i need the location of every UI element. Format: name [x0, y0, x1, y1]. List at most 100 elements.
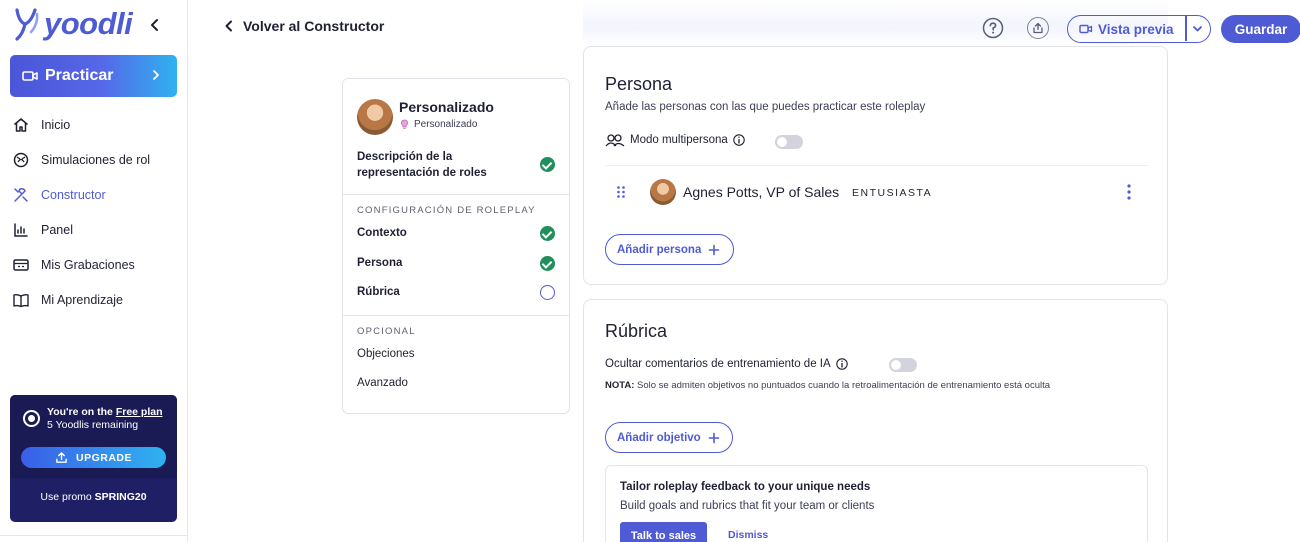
- video-camera-icon: [1079, 24, 1093, 34]
- practicar-button[interactable]: Practicar: [10, 55, 177, 97]
- preview-button[interactable]: Vista previa: [1098, 22, 1174, 37]
- share-icon: [1033, 22, 1043, 34]
- upload-icon: [56, 452, 67, 463]
- home-icon: [14, 117, 28, 132]
- plan-card: You're on the Free plan 5 Yoodlis remain…: [10, 395, 177, 522]
- back-to-constructor-link[interactable]: Volver al Constructor: [222, 18, 384, 34]
- save-button[interactable]: Guardar: [1221, 15, 1300, 43]
- sidebar-item-constructor[interactable]: Constructor: [12, 177, 182, 212]
- description-step[interactable]: Descripción de la representación de role…: [357, 149, 507, 181]
- roleplay-type-label: Personalizado: [414, 119, 478, 130]
- step-avanzado[interactable]: Avanzado: [357, 377, 408, 389]
- sidebar-item-inicio[interactable]: Inicio: [12, 107, 182, 142]
- avatar: [357, 99, 393, 135]
- back-label: Volver al Constructor: [243, 18, 385, 34]
- avatar: [650, 179, 676, 205]
- add-persona-button[interactable]: Añadir persona: [605, 234, 734, 265]
- sidebar-item-label: Constructor: [41, 187, 106, 202]
- step-persona[interactable]: Persona: [357, 257, 402, 269]
- incomplete-circle-icon: [540, 285, 555, 300]
- promo-prefix: Use promo: [40, 491, 95, 503]
- note-prefix: NOTA:: [605, 380, 635, 391]
- info-icon[interactable]: [835, 358, 848, 370]
- free-plan-link[interactable]: Free plan: [116, 406, 163, 418]
- sidebar-item-panel[interactable]: Panel: [12, 212, 182, 247]
- sidebar-item-label: Inicio: [41, 117, 71, 132]
- yoodli-logo[interactable]: yoodli: [13, 6, 133, 42]
- yoodli-logo-icon: [15, 8, 39, 41]
- plan-status: You're on the Free plan: [47, 406, 163, 418]
- roleplay-config-card: Personalizado Personalizado Descripción …: [342, 78, 570, 414]
- check-icon: [540, 157, 555, 172]
- plus-icon: [708, 432, 720, 443]
- recordings-icon: [13, 258, 29, 271]
- sidebar-item-label: Simulaciones de rol: [41, 152, 151, 167]
- plan-remaining: 5 Yoodlis remaining: [47, 419, 139, 431]
- tools-icon: [14, 187, 28, 202]
- share-button[interactable]: [1027, 17, 1049, 39]
- logo-text: yoodli: [44, 6, 133, 41]
- chevron-right-icon: [153, 70, 159, 80]
- persona-title: Persona: [605, 74, 673, 94]
- plan-indicator-icon: [23, 410, 40, 427]
- multipersona-toggle[interactable]: [775, 135, 803, 149]
- rubric-note: NOTA: Solo se admiten objetivos no puntu…: [605, 380, 1050, 391]
- rubric-title: Rúbrica: [605, 321, 668, 341]
- add-persona-label: Añadir persona: [617, 243, 702, 256]
- sidebar-item-label: Mis Grabaciones: [41, 257, 135, 272]
- persona-card: Persona Añade las personas con las que p…: [583, 46, 1168, 285]
- sidebar-item-simulaciones[interactable]: Simulaciones de rol: [12, 142, 182, 177]
- sidebar-item-label: Mi Aprendizaje: [41, 292, 123, 307]
- promo-code: SPRING20: [94, 491, 147, 503]
- dismiss-button[interactable]: Dismiss: [728, 529, 768, 541]
- rubric-card: Rúbrica Ocultar comentarios de entrenami…: [583, 299, 1168, 542]
- upgrade-label: UPGRADE: [75, 451, 132, 464]
- step-rubrica[interactable]: Rúbrica: [357, 286, 400, 298]
- drag-handle-icon[interactable]: [615, 185, 627, 199]
- plan-status-prefix: You're on the: [47, 406, 116, 418]
- collapse-sidebar-icon[interactable]: [146, 16, 164, 34]
- check-icon: [540, 226, 555, 241]
- upgrade-button[interactable]: UPGRADE: [21, 447, 166, 468]
- hide-feedback-toggle[interactable]: [889, 358, 917, 372]
- talk-to-sales-button[interactable]: Talk to sales: [620, 522, 707, 542]
- multipersona-label: Modo multipersona: [630, 134, 728, 146]
- sidebar-item-label: Panel: [41, 222, 73, 237]
- divider: [343, 315, 569, 316]
- promo-text: Use promo SPRING20: [10, 491, 177, 503]
- step-objeciones[interactable]: Objeciones: [357, 348, 415, 360]
- preview-split-button: Vista previa: [1067, 15, 1211, 43]
- add-goal-button[interactable]: Añadir objetivo: [605, 422, 733, 453]
- chevron-down-icon[interactable]: [1191, 22, 1204, 35]
- sidebar-item-grabaciones[interactable]: Mis Grabaciones: [12, 247, 182, 282]
- more-options-icon[interactable]: [1127, 184, 1131, 200]
- info-icon[interactable]: [733, 134, 745, 146]
- chevron-left-icon: [225, 20, 232, 32]
- hide-feedback-label: Ocultar comentarios de entrenamiento de …: [605, 358, 831, 370]
- persona-name: Agnes Potts, VP of Sales: [683, 184, 840, 200]
- bulb-icon: [401, 119, 408, 129]
- help-icon[interactable]: [982, 17, 1004, 39]
- multipersona-row: Modo multipersona: [605, 133, 745, 147]
- sales-promo-subtitle: Build goals and rubrics that fit your te…: [620, 500, 875, 512]
- sidebar: yoodli Practicar Inicio Simulaciones de …: [0, 0, 188, 542]
- section-optional: OPCIONAL: [357, 326, 416, 337]
- sales-promo-title: Tailor roleplay feedback to your unique …: [620, 481, 871, 493]
- chart-icon: [14, 222, 28, 237]
- plus-icon: [709, 244, 720, 255]
- persona-tag: ENTUSIASTA: [852, 187, 933, 199]
- persona-row[interactable]: Agnes Potts, VP of Sales ENTUSIASTA: [605, 165, 1148, 217]
- people-icon: [605, 134, 625, 147]
- divider: [343, 194, 569, 195]
- check-icon: [540, 256, 555, 271]
- sidebar-divider: [0, 535, 188, 536]
- practicar-label: Practicar: [45, 67, 114, 84]
- roleplay-icon: [13, 152, 29, 167]
- add-goal-label: Añadir objetivo: [617, 431, 701, 444]
- book-icon: [13, 293, 29, 307]
- sidebar-nav: Inicio Simulaciones de rol Constructor P…: [12, 107, 182, 317]
- hide-feedback-row: Ocultar comentarios de entrenamiento de …: [605, 358, 848, 370]
- sidebar-item-aprendizaje[interactable]: Mi Aprendizaje: [12, 282, 182, 317]
- persona-subtitle: Añade las personas con las que puedes pr…: [605, 101, 926, 113]
- step-contexto[interactable]: Contexto: [357, 227, 407, 239]
